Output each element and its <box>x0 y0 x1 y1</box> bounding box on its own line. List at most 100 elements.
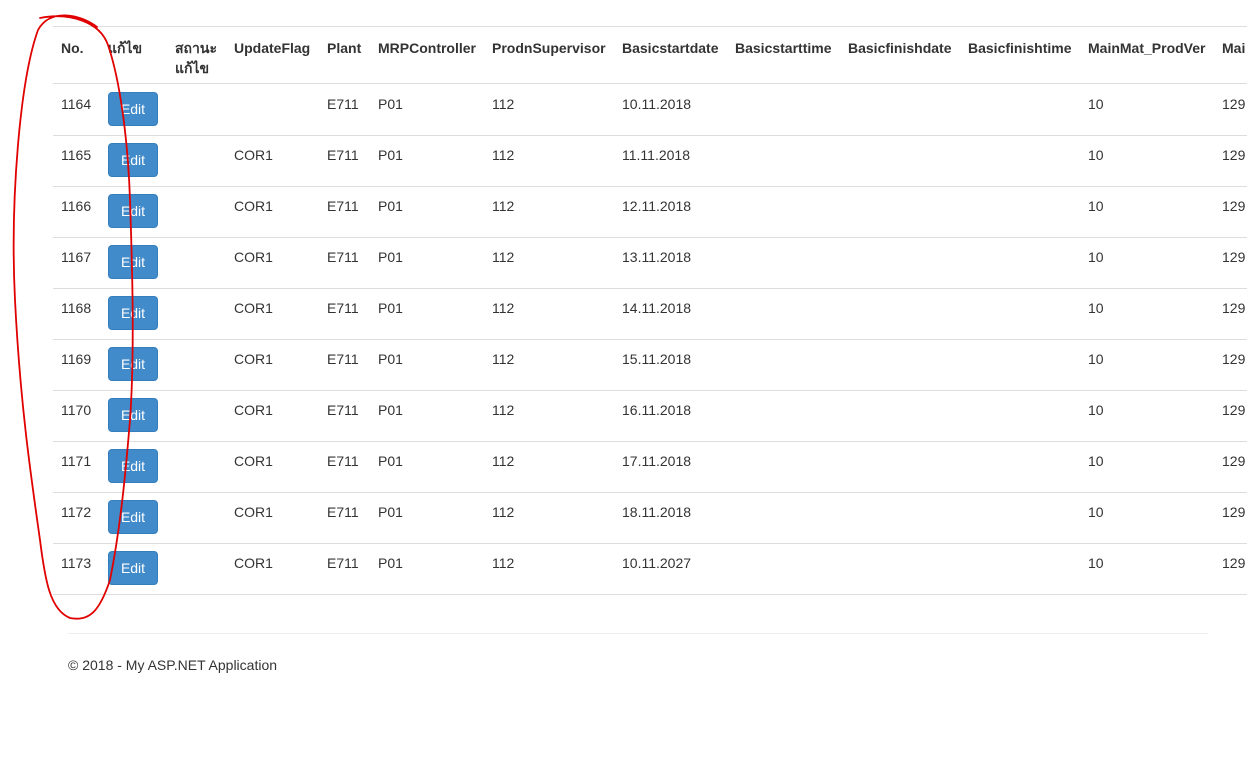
table-row: 1166 COR1 E711 P01 112 12.11.2018 10 129 Edit <box>53 186 1247 238</box>
cell-main-truncated: 129 <box>1222 147 1246 163</box>
edit-button[interactable]: Edit <box>108 143 158 177</box>
cell-mainmat-prodver: 10 <box>1088 351 1104 367</box>
cell-no: 1167 <box>61 249 92 265</box>
cell-mrpcontroller: P01 <box>378 300 403 316</box>
cell-no: 1166 <box>61 198 92 214</box>
cell-no: 1165 <box>61 147 92 163</box>
cell-basicstartdate: 16.11.2018 <box>622 402 692 418</box>
cell-main-truncated: 129 <box>1222 300 1246 316</box>
cell-mrpcontroller: P01 <box>378 453 403 469</box>
cell-basicstartdate: 18.11.2018 <box>622 504 692 520</box>
edit-button[interactable]: Edit <box>108 551 158 585</box>
edit-button[interactable]: Edit <box>108 398 158 432</box>
cell-main-truncated: 129 <box>1222 402 1246 418</box>
cell-prodnsupervisor: 112 <box>492 198 515 214</box>
footer-copyright: © 2018 - My ASP.NET Application <box>68 657 278 673</box>
cell-plant: E711 <box>327 402 359 418</box>
cell-prodnsupervisor: 112 <box>492 504 515 520</box>
cell-mainmat-prodver: 10 <box>1088 147 1104 163</box>
cell-basicstartdate: 10.11.2018 <box>622 96 692 112</box>
col-header-plant: Plant <box>327 40 362 56</box>
cell-no: 1169 <box>61 351 92 367</box>
table-row: 1172 COR1 E711 P01 112 18.11.2018 10 129 Edit <box>53 492 1247 544</box>
table-row: 1164 E711 P01 112 10.11.2018 10 129 Edit <box>53 84 1247 136</box>
cell-plant: E711 <box>327 147 359 163</box>
cell-updateflag: COR1 <box>234 555 273 571</box>
cell-updateflag: COR1 <box>234 300 273 316</box>
edit-button[interactable]: Edit <box>108 347 158 381</box>
cell-plant: E711 <box>327 555 359 571</box>
col-header-no: No. <box>61 40 84 56</box>
footer-divider <box>68 633 1208 634</box>
table-row: 1171 COR1 E711 P01 112 17.11.2018 10 129 Edit <box>53 441 1247 493</box>
cell-prodnsupervisor: 112 <box>492 351 515 367</box>
edit-button[interactable]: Edit <box>108 449 158 483</box>
cell-updateflag: COR1 <box>234 402 273 418</box>
cell-mainmat-prodver: 10 <box>1088 453 1104 469</box>
col-header-mainmat-prodver: MainMat_ProdVer <box>1088 40 1206 56</box>
cell-updateflag: COR1 <box>234 351 273 367</box>
cell-updateflag: COR1 <box>234 453 273 469</box>
edit-button[interactable]: Edit <box>108 500 158 534</box>
cell-prodnsupervisor: 112 <box>492 555 515 571</box>
cell-prodnsupervisor: 112 <box>492 147 515 163</box>
edit-button[interactable]: Edit <box>108 296 158 330</box>
cell-main-truncated: 129 <box>1222 453 1246 469</box>
table-row: 1169 COR1 E711 P01 112 15.11.2018 10 129 Edit <box>53 339 1247 391</box>
cell-basicstartdate: 13.11.2018 <box>622 249 692 265</box>
cell-basicstartdate: 14.11.2018 <box>622 300 692 316</box>
cell-mainmat-prodver: 10 <box>1088 198 1104 214</box>
table-row: 1170 COR1 E711 P01 112 16.11.2018 10 129 Edit <box>53 390 1247 442</box>
cell-plant: E711 <box>327 249 359 265</box>
table-row: 1167 COR1 E711 P01 112 13.11.2018 10 129 Edit <box>53 237 1247 289</box>
cell-no: 1170 <box>61 402 92 418</box>
edit-button[interactable]: Edit <box>108 194 158 228</box>
cell-main-truncated: 129 <box>1222 351 1246 367</box>
cell-main-truncated: 129 <box>1222 96 1246 112</box>
cell-main-truncated: 129 <box>1222 504 1246 520</box>
cell-basicstartdate: 15.11.2018 <box>622 351 692 367</box>
cell-basicstartdate: 11.11.2018 <box>622 147 690 163</box>
cell-prodnsupervisor: 112 <box>492 96 515 112</box>
cell-mainmat-prodver: 10 <box>1088 300 1104 316</box>
cell-main-truncated: 129 <box>1222 198 1246 214</box>
col-header-edit: แก้ไข <box>108 40 143 56</box>
cell-no: 1164 <box>61 96 92 112</box>
cell-updateflag: COR1 <box>234 198 273 214</box>
col-header-main-truncated: Mai <box>1222 40 1246 56</box>
cell-prodnsupervisor: 112 <box>492 453 515 469</box>
cell-plant: E711 <box>327 300 359 316</box>
cell-mainmat-prodver: 10 <box>1088 96 1104 112</box>
cell-mainmat-prodver: 10 <box>1088 504 1104 520</box>
edit-button[interactable]: Edit <box>108 92 158 126</box>
cell-basicstartdate: 17.11.2018 <box>622 453 692 469</box>
table-row: 1168 COR1 E711 P01 112 14.11.2018 10 129 Edit <box>53 288 1247 340</box>
cell-no: 1171 <box>61 453 92 469</box>
cell-plant: E711 <box>327 504 359 520</box>
cell-no: 1172 <box>61 504 92 520</box>
cell-prodnsupervisor: 112 <box>492 300 515 316</box>
cell-no: 1173 <box>61 555 92 571</box>
cell-plant: E711 <box>327 96 359 112</box>
col-header-prodnsupervisor: ProdnSupervisor <box>492 40 606 56</box>
cell-mrpcontroller: P01 <box>378 351 403 367</box>
cell-mainmat-prodver: 10 <box>1088 402 1104 418</box>
cell-updateflag: COR1 <box>234 504 273 520</box>
cell-prodnsupervisor: 112 <box>492 402 515 418</box>
col-header-basicfinishdate: Basicfinishdate <box>848 40 952 56</box>
table-header-row: No. แก้ไข สถานะแก้ไข UpdateFlag Plant MR… <box>53 26 1247 84</box>
cell-main-truncated: 129 <box>1222 555 1246 571</box>
cell-updateflag: COR1 <box>234 147 273 163</box>
cell-plant: E711 <box>327 351 359 367</box>
cell-plant: E711 <box>327 453 359 469</box>
cell-basicstartdate: 10.11.2027 <box>622 555 692 571</box>
cell-mrpcontroller: P01 <box>378 249 403 265</box>
cell-mrpcontroller: P01 <box>378 402 403 418</box>
cell-updateflag: COR1 <box>234 249 273 265</box>
edit-button[interactable]: Edit <box>108 245 158 279</box>
cell-mainmat-prodver: 10 <box>1088 249 1104 265</box>
cell-main-truncated: 129 <box>1222 249 1246 265</box>
table-row: 1165 COR1 E711 P01 112 11.11.2018 10 129 Edit <box>53 135 1247 187</box>
cell-prodnsupervisor: 112 <box>492 249 515 265</box>
cell-no: 1168 <box>61 300 92 316</box>
